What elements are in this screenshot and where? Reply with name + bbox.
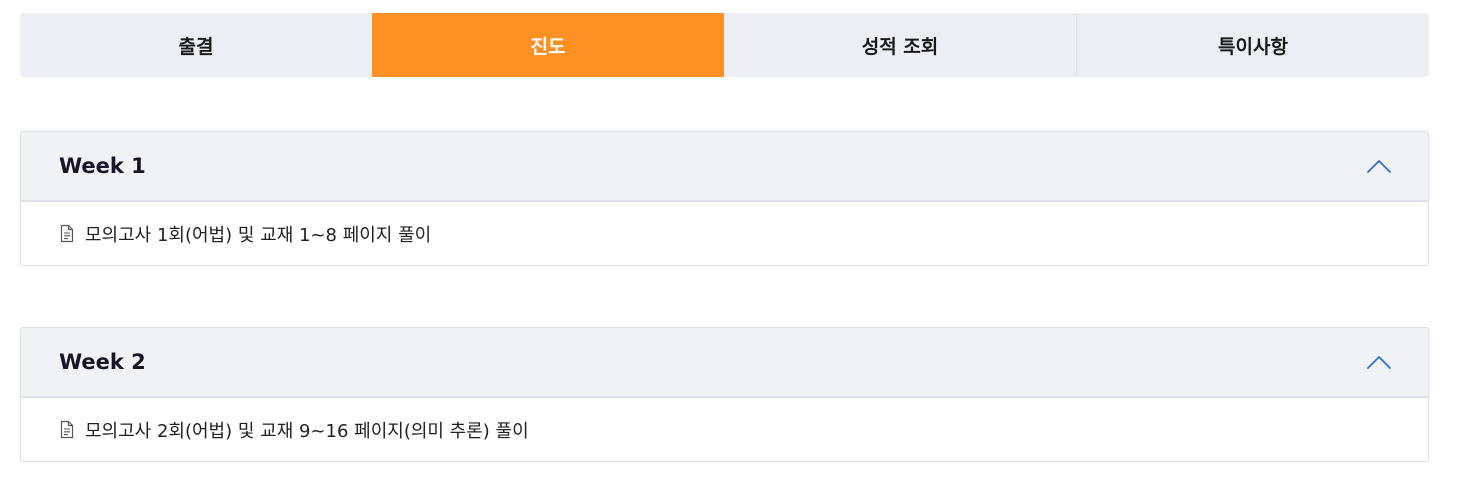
week-header[interactable]: Week 2 [21, 328, 1428, 398]
chevron-up-icon[interactable] [1366, 354, 1392, 370]
progress-page: 출결 진도 성적 조회 특이사항 Week 1 모의고사 1회(어법) 및 교재… [0, 0, 1470, 496]
week-panel: Week 1 모의고사 1회(어법) 및 교재 1~8 페이지 풀이 [20, 131, 1429, 266]
week-content: 모의고사 2회(어법) 및 교재 9~16 페이지(의미 추론) 풀이 [21, 398, 1428, 461]
document-icon [60, 420, 74, 439]
tab-attendance[interactable]: 출결 [20, 13, 372, 77]
week-header[interactable]: Week 1 [21, 132, 1428, 202]
week-panel: Week 2 모의고사 2회(어법) 및 교재 9~16 페이지(의미 추론) … [20, 327, 1429, 462]
tab-notes[interactable]: 특이사항 [1076, 13, 1429, 77]
document-icon [60, 224, 74, 243]
tab-progress[interactable]: 진도 [372, 13, 724, 77]
week-content-text: 모의고사 1회(어법) 및 교재 1~8 페이지 풀이 [85, 224, 432, 246]
week-title: Week 2 [59, 350, 146, 374]
week-title: Week 1 [59, 154, 146, 178]
chevron-up-icon[interactable] [1366, 158, 1392, 174]
tab-grades[interactable]: 성적 조회 [724, 13, 1076, 77]
tab-bar: 출결 진도 성적 조회 특이사항 [20, 13, 1429, 77]
week-content-text: 모의고사 2회(어법) 및 교재 9~16 페이지(의미 추론) 풀이 [85, 420, 529, 442]
week-content: 모의고사 1회(어법) 및 교재 1~8 페이지 풀이 [21, 202, 1428, 265]
